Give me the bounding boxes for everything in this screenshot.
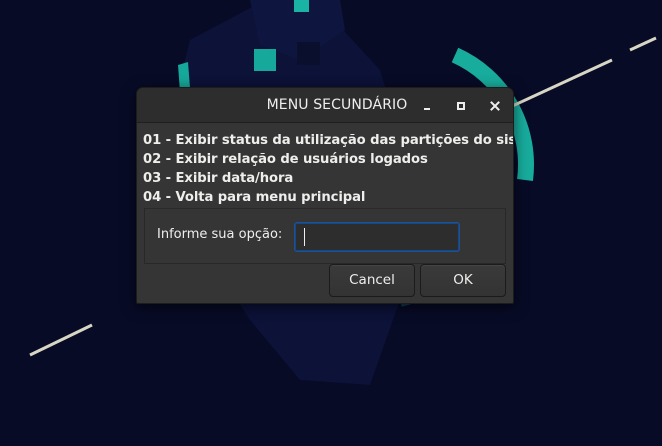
- maximize-button[interactable]: [451, 96, 471, 116]
- title-bar[interactable]: MENU SECUNDÁRIO: [137, 88, 513, 123]
- wallpaper-block: [254, 49, 276, 71]
- dialog-content: 01 - Exibir status da utilização das par…: [137, 123, 513, 207]
- input-frame: Informe sua opção:: [144, 208, 506, 264]
- dialog-title: MENU SECUNDÁRIO: [266, 97, 408, 113]
- text-caret: [304, 228, 305, 246]
- ok-button[interactable]: OK: [420, 264, 506, 297]
- minimize-icon: [424, 108, 430, 110]
- menu-option-1: 01 - Exibir status da utilização das par…: [143, 133, 514, 148]
- maximize-icon: [457, 102, 465, 110]
- menu-option-4: 04 - Volta para menu principal: [143, 190, 366, 205]
- menu-option-3: 03 - Exibir data/hora: [143, 171, 294, 186]
- close-icon: [490, 101, 500, 111]
- minimize-button[interactable]: [417, 96, 437, 116]
- wallpaper-block: [294, 0, 309, 12]
- close-button[interactable]: [485, 96, 505, 116]
- option-input[interactable]: [294, 222, 460, 252]
- menu-option-2: 02 - Exibir relação de usuários logados: [143, 152, 428, 167]
- secondary-menu-dialog: MENU SECUNDÁRIO 01 - Exibir status da ut…: [136, 87, 514, 304]
- menu-options-text: 01 - Exibir status da utilização das par…: [143, 123, 514, 207]
- cancel-button[interactable]: Cancel: [329, 264, 415, 297]
- option-prompt-label: Informe sua opção:: [157, 227, 283, 242]
